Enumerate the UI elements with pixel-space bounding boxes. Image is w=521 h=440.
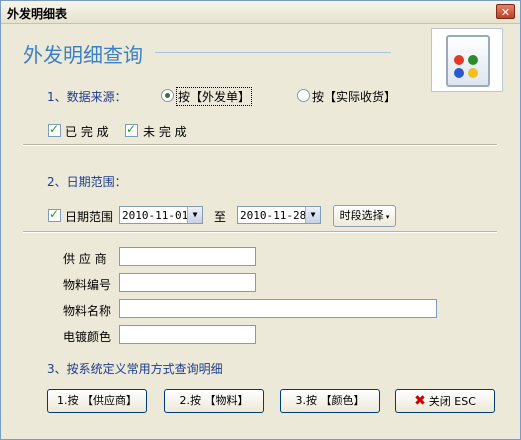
- material-code-label: 物料编号: [63, 278, 112, 292]
- date-range-title: 2、日期范围：: [47, 175, 127, 189]
- window-title: 外发明细表: [7, 7, 68, 21]
- close-window-button[interactable]: ✕: [496, 4, 515, 19]
- blue-dot: [454, 68, 464, 78]
- close-button[interactable]: ✖ 关闭 ESC: [395, 389, 495, 413]
- chevron-down-icon[interactable]: ▼: [187, 207, 202, 223]
- completed-label: 已 完 成: [65, 125, 109, 139]
- query-by-supplier-button[interactable]: 1.按 【供应商】: [47, 389, 147, 413]
- radio-actual-receipt-label[interactable]: 按【实际收货】: [312, 88, 396, 105]
- title-bar[interactable]: 外发明细表 ✕: [1, 1, 520, 24]
- dialog-window: 外发明细表 ✕ 外发明细查询 1、数据来源： 按【外发单】 按【实际收货】 已 …: [0, 0, 521, 440]
- query-by-color-button[interactable]: 3.按 【颜色】: [280, 389, 380, 413]
- date-to-label: 至: [214, 210, 227, 224]
- divider: [23, 144, 497, 146]
- plating-color-input[interactable]: [119, 325, 256, 344]
- page-heading: 外发明细查询: [23, 43, 143, 67]
- radio-actual-receipt[interactable]: [297, 89, 310, 102]
- completed-checkbox[interactable]: [48, 122, 61, 137]
- green-dot: [468, 55, 478, 65]
- yellow-dot: [468, 68, 478, 78]
- app-logo: [431, 28, 503, 92]
- chevron-down-icon[interactable]: ▼: [305, 207, 320, 223]
- incomplete-checkbox[interactable]: [125, 122, 138, 137]
- red-dot: [454, 55, 464, 65]
- material-name-label: 物料名称: [63, 304, 112, 318]
- date-from-value: 2010-11-01: [122, 209, 189, 222]
- close-button-label: 关闭 ESC: [428, 395, 476, 408]
- date-from-combo[interactable]: 2010-11-01 ▼: [119, 206, 203, 224]
- date-range-checkbox[interactable]: [48, 207, 61, 222]
- period-select-button[interactable]: 时段选择 ▾: [333, 205, 396, 227]
- date-to-combo[interactable]: 2010-11-28 ▼: [237, 206, 321, 224]
- supplier-input[interactable]: [119, 247, 256, 266]
- data-source-title: 1、数据来源：: [47, 90, 127, 104]
- radio-outsource-order[interactable]: [161, 89, 174, 102]
- query-mode-title: 3、按系统定义常用方式查询明细: [47, 362, 223, 376]
- chevron-down-icon: ▾: [383, 213, 390, 221]
- divider: [23, 231, 497, 233]
- close-icon: ✖: [414, 393, 426, 409]
- material-name-input[interactable]: [119, 299, 437, 318]
- radio-outsource-order-label[interactable]: 按【外发单】: [176, 87, 253, 106]
- period-select-label: 时段选择: [339, 209, 384, 222]
- material-code-input[interactable]: [119, 273, 256, 292]
- four-color-squares-icon: [446, 35, 490, 87]
- supplier-label: 供 应 商: [63, 252, 107, 266]
- plating-color-label: 电镀颜色: [63, 330, 112, 344]
- query-by-material-button[interactable]: 2.按 【物料】: [164, 389, 264, 413]
- date-range-label: 日期范围: [65, 210, 114, 224]
- incomplete-label: 未 完 成: [143, 125, 187, 139]
- heading-underline: [155, 52, 391, 53]
- date-to-value: 2010-11-28: [240, 209, 307, 222]
